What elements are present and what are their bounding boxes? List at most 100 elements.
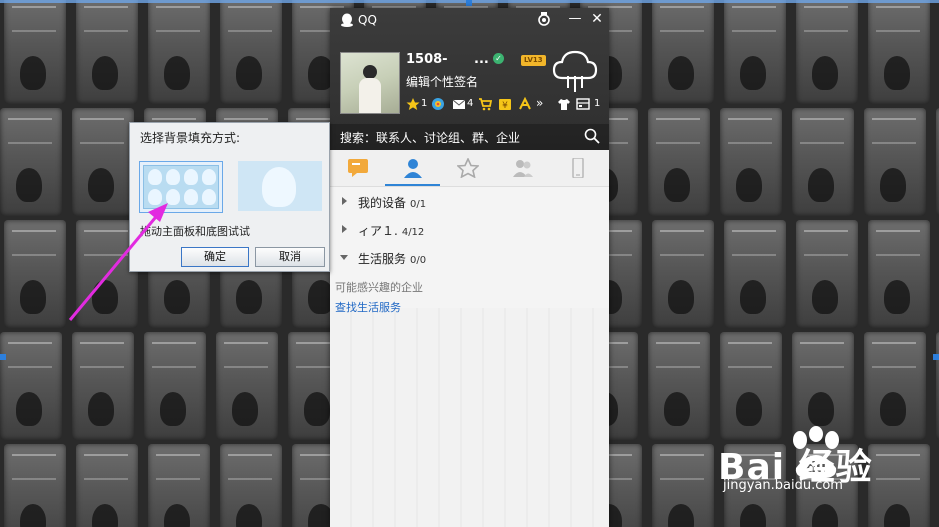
wallpaper-tile xyxy=(72,332,134,440)
signature-field[interactable]: 编辑个性签名 xyxy=(406,73,478,90)
group-row-life-service[interactable]: 生活服务 0/0 xyxy=(330,246,609,270)
collapsed-arrow-icon xyxy=(342,225,347,233)
stretch-preview xyxy=(262,167,296,207)
search-input[interactable]: 搜索：联系人、讨论组、群、企业 xyxy=(340,129,520,146)
wallpaper-tile xyxy=(76,0,138,104)
group-count: 4/12 xyxy=(401,227,425,238)
tile-preview xyxy=(143,165,219,209)
star-icon xyxy=(457,158,479,178)
resize-handle-top[interactable] xyxy=(466,0,472,6)
wallpaper-tile xyxy=(864,332,926,440)
tab-mobile[interactable] xyxy=(550,150,605,186)
wallpaper-tile xyxy=(720,108,782,216)
ok-button[interactable]: 确定 xyxy=(181,247,249,267)
window-title: QQ xyxy=(358,13,377,27)
wallpaper-tile xyxy=(724,220,786,328)
watermark-url: jingyan.baidu.com xyxy=(723,478,843,493)
svg-text:¥: ¥ xyxy=(502,101,508,111)
wallpaper-tile xyxy=(864,108,926,216)
online-status-icon[interactable]: ✓ xyxy=(493,53,504,64)
person-icon xyxy=(404,159,422,178)
qq-header: QQ — ✕ 1508- ... ✓ LV13 编辑个性签名 1 4 ¥ » 1… xyxy=(330,8,609,150)
wallpaper-tile xyxy=(216,332,278,440)
app-box-icon[interactable] xyxy=(576,97,590,111)
wallpaper-tile xyxy=(72,108,134,216)
wallpaper-tile xyxy=(148,0,210,104)
minimize-button[interactable]: — xyxy=(567,11,583,27)
nickname: 1508- xyxy=(406,52,448,67)
resize-handle-right[interactable] xyxy=(933,354,939,360)
avatar[interactable] xyxy=(340,52,400,114)
close-button[interactable]: ✕ xyxy=(589,11,605,27)
resize-handle-left[interactable] xyxy=(0,354,6,360)
mail-icon[interactable] xyxy=(452,97,466,111)
dialog-title: 选择背景填充方式: xyxy=(140,131,241,145)
find-life-service-link[interactable]: 查找生活服务 xyxy=(335,299,401,315)
expanded-arrow-icon xyxy=(340,255,348,260)
wallpaper-tile xyxy=(144,332,206,440)
fill-option-stretch[interactable] xyxy=(238,161,322,211)
app-box-count: 1 xyxy=(594,98,601,109)
group-icon xyxy=(513,160,533,177)
wallpaper-tile xyxy=(0,332,62,440)
star-icon[interactable] xyxy=(406,97,420,111)
wallet-icon[interactable]: ¥ xyxy=(498,97,512,111)
background-fill-dialog: 选择背景填充方式: 拖动主面板和底图试试 确定 取消 xyxy=(129,122,330,272)
wallpaper-tile xyxy=(796,220,858,328)
wallpaper-tile xyxy=(0,108,62,216)
game-icon[interactable] xyxy=(518,97,532,111)
group-name: 我的设备 xyxy=(358,196,407,210)
nickname-ellipsis: ... xyxy=(474,52,489,67)
fill-option-tile[interactable] xyxy=(139,161,223,213)
wallpaper-tile xyxy=(724,0,786,104)
cart-icon[interactable] xyxy=(478,97,492,111)
chat-bubble-icon xyxy=(348,159,368,177)
dialog-hint: 拖动主面板和底图试试 xyxy=(140,225,250,238)
collapsed-arrow-icon xyxy=(342,197,347,205)
level-badge[interactable]: LV13 xyxy=(521,55,546,66)
more-icon[interactable]: » xyxy=(536,96,543,110)
qzone-icon[interactable] xyxy=(431,97,445,111)
star-count: 1 xyxy=(421,98,428,109)
wallpaper-tile xyxy=(792,332,854,440)
shirt-icon[interactable] xyxy=(557,97,571,111)
wallpaper-tile xyxy=(652,0,714,104)
skin-icon[interactable] xyxy=(536,11,552,27)
main-tab-bar xyxy=(330,150,609,187)
wallpaper-tile xyxy=(868,220,930,328)
tab-contacts[interactable] xyxy=(385,150,440,186)
title-bar[interactable]: QQ — ✕ xyxy=(330,8,609,34)
mail-count: 4 xyxy=(467,98,474,109)
wallpaper-tile xyxy=(720,332,782,440)
tab-groups[interactable] xyxy=(495,150,550,186)
tab-favorites[interactable] xyxy=(440,150,495,186)
wallpaper-tile xyxy=(220,0,282,104)
weather-cloud-icon[interactable] xyxy=(550,46,600,94)
group-name: ィア１. xyxy=(358,224,398,238)
panel-background xyxy=(330,308,609,527)
group-row-friends[interactable]: ィア１. 4/12 xyxy=(330,218,609,242)
qq-main-panel: QQ — ✕ 1508- ... ✓ LV13 编辑个性签名 1 4 ¥ » 1… xyxy=(330,8,609,527)
wallpaper-tile xyxy=(652,220,714,328)
qq-penguin-icon xyxy=(341,13,353,27)
wallpaper-tile xyxy=(652,444,714,527)
wallpaper-tile xyxy=(4,444,66,527)
group-count: 0/0 xyxy=(410,255,427,266)
wallpaper-tile xyxy=(648,108,710,216)
wallpaper-tile xyxy=(148,444,210,527)
group-row-devices[interactable]: 我的设备 0/1 xyxy=(330,190,609,214)
group-count: 0/1 xyxy=(410,199,427,210)
wallpaper-tile xyxy=(4,0,66,104)
phone-icon xyxy=(572,158,584,178)
wallpaper-tile xyxy=(76,444,138,527)
cancel-button[interactable]: 取消 xyxy=(255,247,325,267)
wallpaper-tile xyxy=(220,444,282,527)
search-icon[interactable] xyxy=(584,128,600,144)
search-bar[interactable]: 搜索：联系人、讨论组、群、企业 xyxy=(330,124,609,150)
wallpaper-tile xyxy=(648,332,710,440)
group-name: 生活服务 xyxy=(358,252,407,266)
tab-messages[interactable] xyxy=(330,150,385,186)
wallpaper-tile xyxy=(792,108,854,216)
suggested-companies-label: 可能感兴趣的企业 xyxy=(335,281,423,294)
baidu-watermark: du Bai 经验 jingyan.baidu.com xyxy=(718,426,933,526)
